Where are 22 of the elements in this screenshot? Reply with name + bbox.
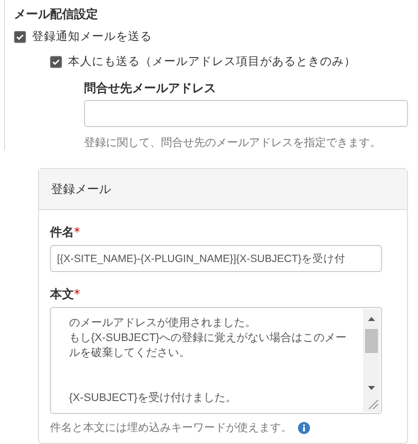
email-input[interactable] <box>84 100 408 127</box>
body-text-line: もし{X-SUBJECT}への登録に覚えがない場合はこのメー <box>69 331 348 346</box>
help-text: 登録に関して、問合せ先のメールアドレスを指定できます。 <box>84 135 382 150</box>
checkbox-label: 本人にも送る（メールアドレス項目があるときのみ） <box>68 54 356 69</box>
field-label: 本文* <box>50 286 81 302</box>
section-title: メール配信設定 <box>14 6 99 23</box>
field-label: 問合せ先メールアドレス <box>84 80 217 96</box>
info-icon[interactable] <box>298 422 310 434</box>
body-text-line: のメールアドレスが使用されました。 <box>69 316 257 331</box>
body-textarea[interactable]: のメールアドレスが使用されました。 もし{X-SUBJECT}への登録に覚えがない場合はこのメー ルを破棄してください。 {X-SUBJECT}を受け付けました。 <box>50 307 382 414</box>
body-text-line: {X-SUBJECT}を受け付けました。 <box>69 391 238 406</box>
field-label: 件名* <box>50 224 81 240</box>
panel-title: 登録メール <box>51 180 111 198</box>
scrollbar-icon[interactable] <box>363 309 380 412</box>
checkbox[interactable] <box>50 56 62 68</box>
checkbox[interactable] <box>14 30 26 42</box>
help-text: 件名と本文には埋め込みキーワードが使えます。 <box>50 420 292 435</box>
subject-input[interactable]: [{X-SITE_NAME}-{X-PLUGIN_NAME}]{X-SUBJECT}を受け付 <box>50 245 382 272</box>
check-icon <box>16 32 24 40</box>
body-text-line: ルを破棄してください。 <box>69 346 191 361</box>
check-icon <box>52 58 60 66</box>
checkbox-label: 登録通知メールを送る <box>32 29 152 44</box>
